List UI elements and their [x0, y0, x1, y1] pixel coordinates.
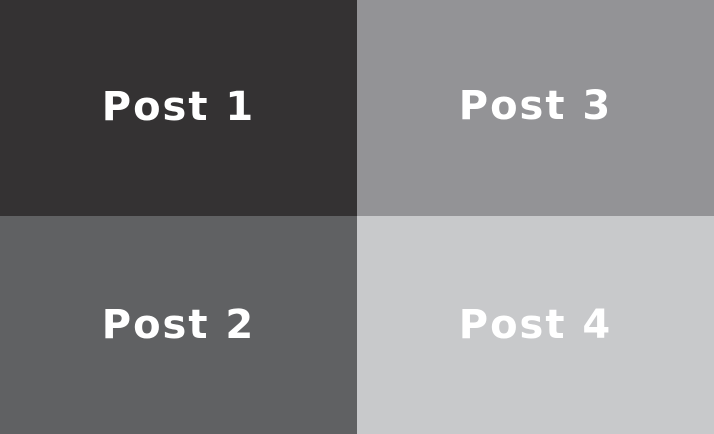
post-grid: Post 1 Post 3 Post 2 Post 4 — [0, 0, 714, 434]
post-tile-1[interactable]: Post 1 — [0, 0, 357, 216]
post-tile-3[interactable]: Post 3 — [357, 0, 714, 216]
post-title: Post 4 — [458, 302, 613, 348]
post-title: Post 2 — [101, 302, 256, 348]
post-tile-2[interactable]: Post 2 — [0, 216, 357, 434]
post-title: Post 3 — [458, 83, 613, 129]
post-title: Post 1 — [101, 84, 256, 130]
post-tile-4[interactable]: Post 4 — [357, 216, 714, 434]
